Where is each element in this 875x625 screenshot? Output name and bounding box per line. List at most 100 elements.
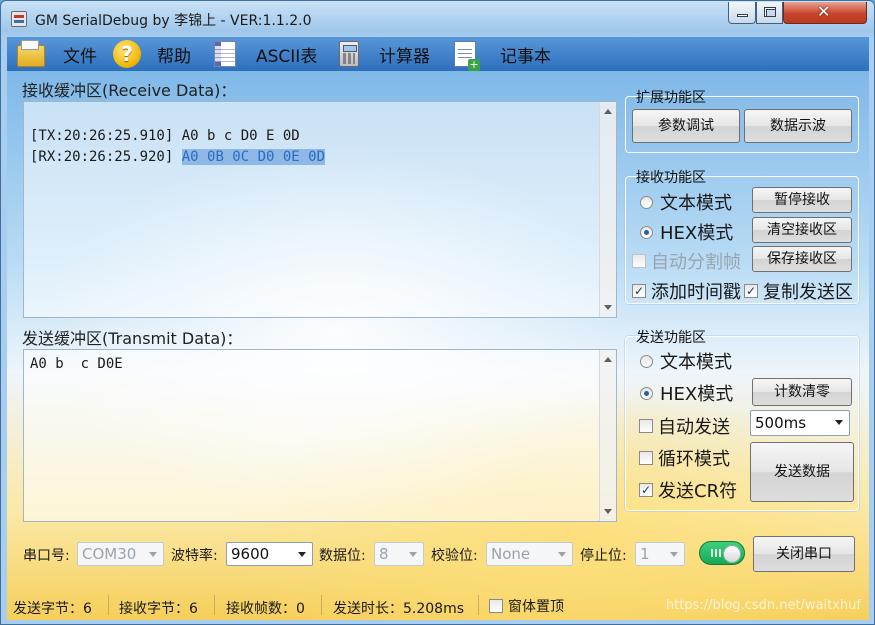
receive-line: [RX:20:26:25.920] A0 0B 0C D0 0E 0D bbox=[30, 147, 610, 168]
send-group-title: 发送功能区 bbox=[636, 330, 706, 346]
interval-value: 500ms bbox=[755, 414, 807, 432]
auto-send-checkbox[interactable]: 自动发送 bbox=[639, 413, 730, 439]
radio-dot bbox=[640, 195, 653, 209]
chevron-down-icon bbox=[149, 552, 157, 557]
scroll-down-icon[interactable] bbox=[604, 509, 612, 514]
param-debug-button[interactable]: 参数调试 bbox=[632, 109, 740, 143]
table-icon bbox=[214, 41, 236, 67]
menu-help[interactable]: ? 帮助 bbox=[113, 37, 191, 71]
stop-bits-label: 停止位: bbox=[580, 548, 627, 564]
radio-label: 文本模式 bbox=[660, 193, 732, 214]
baud-label: 波特率: bbox=[171, 548, 218, 564]
send-duration-status: 发送时长：5.208ms bbox=[333, 601, 465, 617]
recv-bytes-status: 接收字节：6 bbox=[119, 601, 198, 617]
send-text-mode-radio[interactable]: 文本模式 bbox=[640, 348, 732, 374]
folder-icon bbox=[17, 40, 45, 67]
checkbox-label: 复制发送区 bbox=[763, 282, 853, 303]
chevron-down-icon bbox=[835, 420, 843, 425]
radio-label: HEX模式 bbox=[660, 223, 734, 244]
auto-split-checkbox: 自动分割帧 bbox=[632, 248, 741, 274]
scroll-up-icon[interactable] bbox=[604, 357, 612, 362]
line-timestamp: [TX:20:26:25.910] bbox=[30, 128, 174, 144]
data-scope-button[interactable]: 数据示波 bbox=[744, 109, 852, 143]
watermark-text: https://blog.csdn.net/waitxhuf bbox=[665, 598, 861, 613]
recv-hex-mode-radio[interactable]: HEX模式 bbox=[640, 219, 733, 245]
chevron-down-icon bbox=[298, 552, 306, 557]
title-bar[interactable]: GM SerialDebug by 李锦上 - VER:1.1.2.0 ✕ bbox=[1, 1, 874, 37]
baud-select[interactable]: 9600 bbox=[226, 542, 313, 566]
notepad-icon bbox=[454, 41, 480, 71]
radio-dot bbox=[640, 225, 653, 239]
menu-notepad[interactable]: 记事本 bbox=[451, 37, 551, 71]
recv-text-mode-radio[interactable]: 文本模式 bbox=[640, 189, 732, 215]
menu-file[interactable]: 文件 bbox=[17, 37, 97, 71]
recv-group-title: 接收功能区 bbox=[636, 170, 706, 186]
clear-recv-button[interactable]: 清空接收区 bbox=[752, 217, 852, 243]
data-bits-label: 数据位: bbox=[319, 548, 366, 564]
radio-label: HEX模式 bbox=[660, 384, 734, 405]
loop-mode-checkbox[interactable]: 循环模式 bbox=[639, 445, 730, 471]
checkbox-box bbox=[639, 419, 653, 433]
send-data-button[interactable]: 发送数据 bbox=[750, 442, 854, 502]
port-status-toggle[interactable] bbox=[699, 541, 745, 565]
ext-group-title: 扩展功能区 bbox=[636, 90, 706, 106]
add-timestamp-checkbox[interactable]: ✓ 添加时间戳 bbox=[632, 278, 741, 304]
parity-select: None bbox=[486, 542, 573, 566]
close-button[interactable]: ✕ bbox=[783, 2, 867, 24]
close-port-button[interactable]: 关闭串口 bbox=[753, 536, 855, 572]
menu-help-label: 帮助 bbox=[157, 46, 191, 67]
scroll-down-icon[interactable] bbox=[604, 305, 612, 310]
maximize-button[interactable] bbox=[756, 2, 783, 24]
menu-bar: 文件 ? 帮助 ASCII表 计算器 记事本 bbox=[7, 37, 869, 71]
on-top-checkbox[interactable]: 窗体置顶 bbox=[489, 596, 564, 616]
count-clear-button[interactable]: 计数清零 bbox=[752, 378, 852, 406]
chevron-down-icon bbox=[558, 552, 566, 557]
scroll-up-icon[interactable] bbox=[604, 109, 612, 114]
ext-group: 扩展功能区 参数调试 数据示波 bbox=[625, 90, 859, 153]
parity-value: None bbox=[491, 545, 531, 563]
copy-send-checkbox[interactable]: ✓ 复制发送区 bbox=[744, 278, 853, 304]
menu-calculator[interactable]: 计算器 bbox=[335, 37, 430, 71]
save-recv-button[interactable]: 保存接收区 bbox=[752, 246, 852, 272]
receive-scrollbar[interactable] bbox=[599, 102, 616, 317]
line-data: A0 0B 0C D0 0E 0D bbox=[181, 149, 326, 165]
window-title: GM SerialDebug by 李锦上 - VER:1.1.2.0 bbox=[35, 13, 312, 29]
pause-recv-button[interactable]: 暂停接收 bbox=[752, 187, 852, 213]
checkbox-label: 添加时间戳 bbox=[651, 282, 741, 303]
data-bits-select: 8 bbox=[374, 542, 424, 566]
port-label: 串口号: bbox=[23, 548, 70, 564]
app-icon bbox=[11, 11, 27, 27]
client-area: 接收缓冲区(Receive Data)： [TX:20:26:25.910] A… bbox=[7, 71, 869, 620]
checkbox-label: 循环模式 bbox=[658, 449, 730, 470]
transmit-scrollbar[interactable] bbox=[599, 350, 616, 521]
line-data: A0 b c D0 E 0D bbox=[181, 128, 300, 144]
chevron-down-icon bbox=[670, 552, 678, 557]
line-timestamp: [RX:20:26:25.920] bbox=[30, 149, 174, 165]
radio-dot bbox=[640, 386, 653, 400]
send-hex-mode-radio[interactable]: HEX模式 bbox=[640, 380, 733, 406]
status-divider bbox=[214, 595, 215, 615]
menu-calculator-label: 计算器 bbox=[379, 46, 430, 67]
toggle-grip-icon bbox=[711, 549, 721, 557]
chevron-down-icon bbox=[409, 552, 417, 557]
data-bits-value: 8 bbox=[379, 545, 389, 563]
status-divider bbox=[478, 595, 479, 615]
transmit-content: A0 b c D0E bbox=[30, 356, 123, 372]
parity-label: 校验位: bbox=[431, 548, 478, 564]
receive-line: [TX:20:26:25.910] A0 b c D0 E 0D bbox=[30, 126, 610, 147]
checkbox-label: 窗体置顶 bbox=[508, 599, 564, 615]
menu-ascii[interactable]: ASCII表 bbox=[211, 37, 317, 71]
interval-select[interactable]: 500ms bbox=[750, 410, 850, 436]
minimize-button[interactable] bbox=[728, 2, 756, 24]
receive-textarea[interactable]: [TX:20:26:25.910] A0 b c D0 E 0D [RX:20:… bbox=[23, 101, 617, 318]
status-divider bbox=[108, 595, 109, 615]
menu-file-label: 文件 bbox=[63, 46, 97, 67]
maximize-icon bbox=[764, 7, 776, 17]
checkbox-label: 自动发送 bbox=[658, 417, 730, 438]
transmit-textarea[interactable]: A0 b c D0E bbox=[23, 349, 617, 522]
help-icon: ? bbox=[113, 40, 141, 68]
send-cr-checkbox[interactable]: ✓ 发送CR符 bbox=[639, 477, 737, 503]
receive-label: 接收缓冲区(Receive Data)： bbox=[22, 81, 237, 100]
radio-label: 文本模式 bbox=[660, 352, 732, 373]
stop-bits-select: 1 bbox=[635, 542, 685, 566]
